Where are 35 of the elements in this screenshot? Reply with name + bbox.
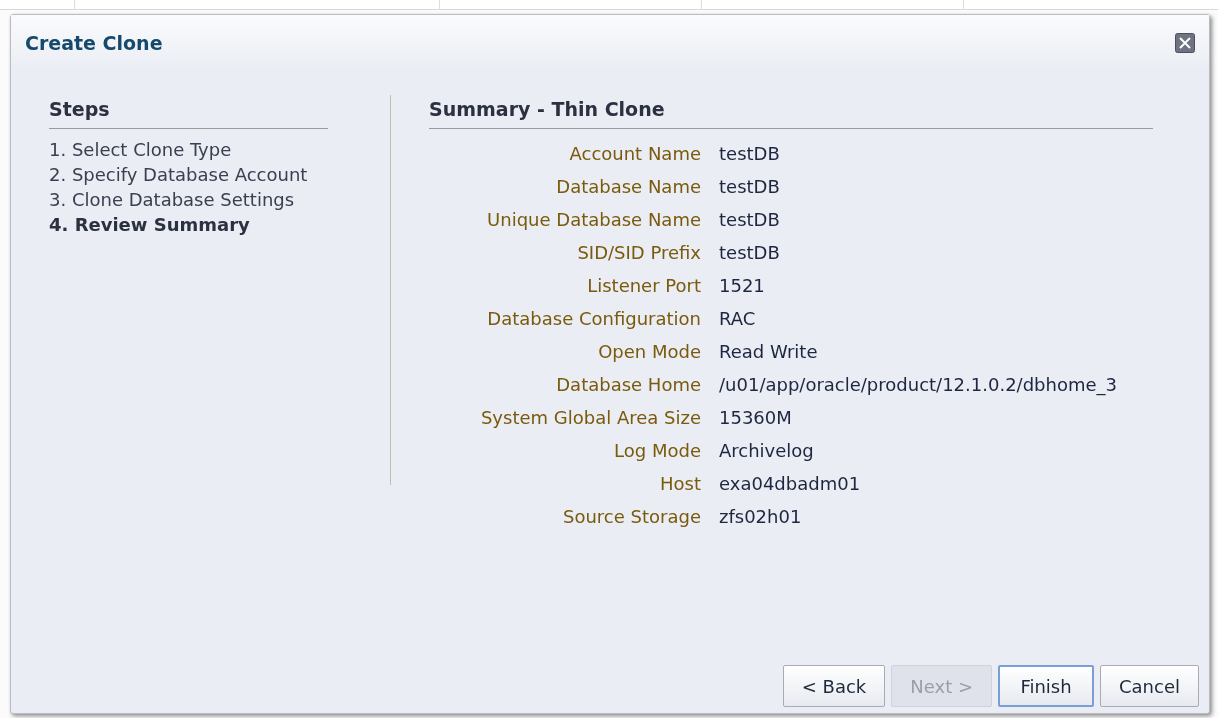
field-label: Host xyxy=(659,471,701,496)
field-label: Database Name xyxy=(555,174,701,199)
step-item: 3. Clone Database Settings xyxy=(49,187,296,212)
field-label: Account Name xyxy=(568,141,701,166)
field-value: testDB xyxy=(719,174,781,199)
field-value: RAC xyxy=(719,306,757,331)
field-value: Read Write xyxy=(719,339,819,364)
field-value: exa04dbadm01 xyxy=(719,471,862,496)
field-label: Listener Port xyxy=(586,273,701,298)
step-item: 2. Specify Database Account xyxy=(49,162,309,187)
field-label: Log Mode xyxy=(613,438,701,463)
field-label: SID/SID Prefix xyxy=(576,240,701,265)
field-label: Open Mode xyxy=(597,339,701,364)
field-value: zfs02h01 xyxy=(719,504,803,529)
dialog-title: Create Clone xyxy=(25,30,163,56)
field-value: Archivelog xyxy=(719,438,815,463)
field-value: 15360M xyxy=(719,405,793,430)
field-value: testDB xyxy=(719,207,781,232)
step-item: 1. Select Clone Type xyxy=(49,137,233,162)
dialog-button[interactable]: < Back xyxy=(782,665,886,707)
dialog-button[interactable]: Cancel xyxy=(1100,665,1199,707)
field-label: System Global Area Size xyxy=(479,405,701,430)
dialog-button[interactable]: Finish xyxy=(998,665,1094,707)
step-item: 4. Review Summary xyxy=(49,212,251,237)
close-icon[interactable] xyxy=(1175,33,1195,53)
field-label: Unique Database Name xyxy=(486,207,701,232)
field-label: Database Home xyxy=(555,372,701,397)
summary-heading: Summary - Thin Clone xyxy=(429,95,1153,129)
field-value: testDB xyxy=(719,141,781,166)
steps-heading: Steps xyxy=(49,95,328,129)
field-value: testDB xyxy=(719,240,781,265)
field-label: Source Storage xyxy=(562,504,701,529)
field-value: 1521 xyxy=(719,273,766,298)
field-value: /u01/app/oracle/product/12.1.0.2/dbhome_3 xyxy=(719,372,1118,398)
field-label: Database Configuration xyxy=(486,306,701,331)
